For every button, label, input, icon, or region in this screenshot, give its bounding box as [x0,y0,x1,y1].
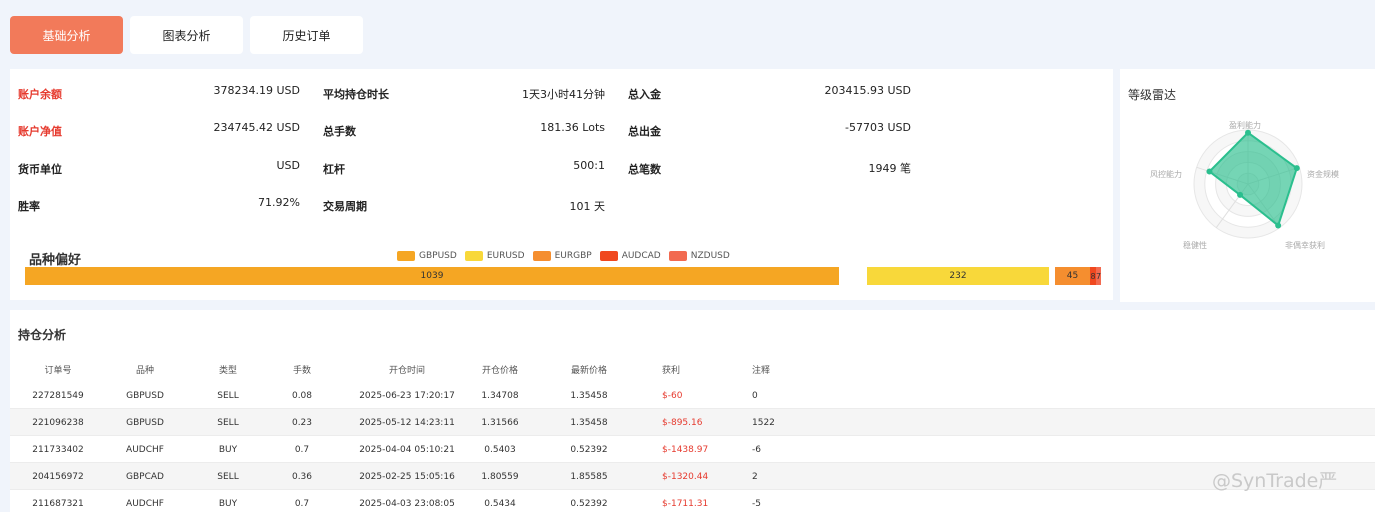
column-header[interactable]: 最新价格 [529,363,649,376]
table-cell: 1.85585 [570,472,608,482]
total-deposit-value: 203415.93 USD [824,84,912,97]
total-trades-label: 总笔数 [628,163,661,176]
table-cell: -6 [752,445,761,455]
legend-item-gbpusd[interactable]: GBPUSD [397,251,457,261]
radar-axis-label: 风控能力 [1150,170,1182,179]
radar-point[interactable] [1206,168,1213,175]
positions-title: 持仓分析 [18,328,67,342]
total-trades-value: 1949 笔 [868,162,912,175]
leverage-value: 500:1 [573,159,605,172]
watermark: @SynTrade严 [1212,470,1338,492]
legend-item-audcad[interactable]: AUDCAD [599,251,661,261]
tab-order-history[interactable]: 历史订单 [250,16,363,54]
table-cell: 0.52392 [570,499,608,509]
currency-label: 货币单位 [18,163,62,176]
legend-swatch [599,251,618,261]
tab-basic-analysis[interactable]: 基础分析 [10,16,123,54]
legend-label: NZDUSD [690,251,730,261]
legend-swatch [532,251,551,261]
table-cell: $-1320.44 [662,472,709,482]
table-cell: $-1438.97 [662,445,709,455]
table-row[interactable]: 227281549 GBPUSD SELL 0.08 2025-06-23 17:20:… [10,382,1375,409]
legend-swatch [397,251,415,261]
radar-title: 等级雷达 [1128,88,1177,102]
table-cell: 0.7 [294,499,310,509]
table-cell: $-60 [662,391,683,401]
legend-label: AUDCAD [621,251,661,261]
table-cell: -5 [752,499,761,509]
total-withdraw-label: 总出金 [628,125,661,138]
total-withdraw-value: -57703 USD [845,121,911,134]
stats-card [10,69,1113,300]
avg-hold-label: 平均持仓时长 [323,88,389,101]
radar-point[interactable] [1293,165,1300,172]
column-header[interactable]: 注释 [752,363,770,376]
preference-title: 品种偏好 [29,253,82,268]
legend-label: EURGBP [554,251,592,261]
preference-bar-eurgbp[interactable]: 45 [1055,267,1090,285]
table-cell: 1522 [752,418,775,428]
table-cell: 0.36 [291,472,313,482]
radar-axis-label: 非偶幸获利 [1285,241,1325,250]
account-equity-label: 账户净值 [18,125,62,138]
win-rate-value: 71.92% [258,196,300,209]
table-cell: 0.08 [291,391,313,401]
account-balance-label: 账户余额 [18,88,62,101]
column-header[interactable]: 手数 [242,363,362,376]
legend-label: EURUSD [486,251,525,261]
table-cell: 1.35458 [570,418,608,428]
table-cell: 0.23 [291,418,313,428]
total-deposit-label: 总入金 [628,88,661,101]
table-row[interactable]: 211733402 AUDCHF BUY 0.7 2025-04-04 05:10:21… [10,436,1375,463]
tab-chart-analysis[interactable]: 图表分析 [130,16,243,54]
column-header[interactable]: 获利 [662,363,680,376]
table-cell: 0.7 [294,445,310,455]
table-row[interactable]: 204156972 GBPCAD SELL 0.36 2025-02-25 15:05:… [10,463,1375,490]
preference-bar-nzdusd[interactable]: 7 [1096,267,1101,285]
leverage-label: 杠杆 [323,163,345,176]
table-cell: 1.35458 [570,391,608,401]
radar-chart [1193,129,1303,239]
table-cell: 2 [752,472,758,482]
win-rate-label: 胜率 [18,200,40,213]
preference-bar-gbpusd[interactable]: 1039 [25,267,839,285]
currency-value: USD [276,159,300,172]
radar-point[interactable] [1275,222,1282,229]
table-cell: 0.52392 [570,445,608,455]
trade-period-label: 交易周期 [323,200,367,213]
table-cell: 0 [752,391,758,401]
radar-point[interactable] [1237,191,1244,198]
table-row[interactable]: 211687321 AUDCHF BUY 0.7 2025-04-03 23:08:05… [10,490,1375,512]
legend-label: GBPUSD [419,251,457,261]
trade-period-value: 101 天 [569,200,606,213]
radar-axis-label: 稳健性 [1183,241,1207,250]
radar-axis-label: 资金规模 [1307,170,1339,179]
radar-axis-label: 盈利能力 [1229,121,1261,130]
table-cell: $-895.16 [662,418,703,428]
table-row[interactable]: 221096238 GBPUSD SELL 0.23 2025-05-12 14:23:… [10,409,1375,436]
legend-swatch [668,251,687,261]
legend-item-eurusd[interactable]: EURUSD [464,251,525,261]
legend-swatch [464,251,483,261]
table-cell: $-1711.31 [662,499,709,509]
account-equity-value: 234745.42 USD [213,121,301,134]
legend-item-nzdusd[interactable]: NZDUSD [668,251,730,261]
account-balance-value: 378234.19 USD [213,84,301,97]
total-lots-value: 181.36 Lots [540,121,605,134]
preference-legend: GBPUSD EURUSD EURGBP AUDCAD NZDUSD [397,251,730,261]
total-lots-label: 总手数 [323,125,356,138]
legend-item-eurgbp[interactable]: EURGBP [532,251,592,261]
avg-hold-value: 1天3小时41分钟 [522,88,605,101]
preference-bar-eurusd[interactable]: 232 [867,267,1049,285]
